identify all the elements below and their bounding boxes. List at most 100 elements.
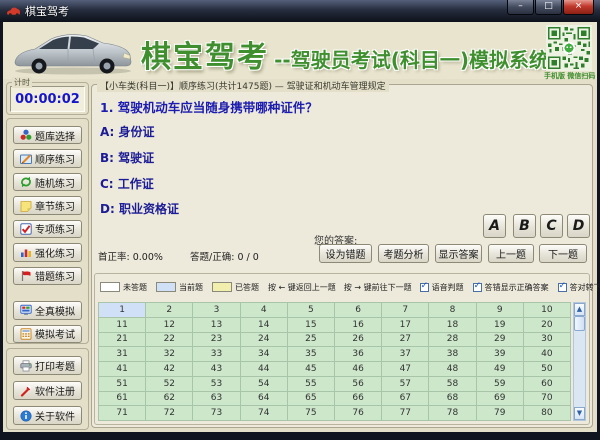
question-number-cell[interactable]: 67 [382, 392, 428, 406]
question-number-cell[interactable]: 19 [477, 318, 523, 332]
question-number-cell[interactable]: 24 [241, 333, 287, 347]
question-number-cell[interactable]: 22 [146, 333, 192, 347]
question-number-cell[interactable]: 65 [288, 392, 334, 406]
answer-d-button[interactable]: D [567, 214, 590, 238]
question-number-cell[interactable]: 3 [193, 303, 239, 317]
minimize-button[interactable]: – [507, 0, 534, 15]
question-number-cell[interactable]: 29 [477, 333, 523, 347]
question-number-cell[interactable]: 49 [477, 362, 523, 376]
question-number-cell[interactable]: 53 [193, 377, 239, 391]
question-number-cell[interactable]: 52 [146, 377, 192, 391]
question-number-cell[interactable]: 56 [335, 377, 381, 391]
question-number-cell[interactable]: 43 [193, 362, 239, 376]
question-number-cell[interactable]: 42 [146, 362, 192, 376]
question-number-cell[interactable]: 34 [241, 347, 287, 361]
question-number-cell[interactable]: 7 [382, 303, 428, 317]
question-number-cell[interactable]: 23 [193, 333, 239, 347]
question-number-cell[interactable]: 55 [288, 377, 334, 391]
question-number-cell[interactable]: 76 [335, 406, 381, 420]
question-number-cell[interactable]: 62 [146, 392, 192, 406]
question-number-cell[interactable]: 60 [524, 377, 570, 391]
question-number-cell[interactable]: 39 [477, 347, 523, 361]
nav-button-mock-exam[interactable]: 模拟考试 [13, 325, 82, 343]
question-number-cell[interactable]: 31 [99, 347, 145, 361]
nav-button-question-bank[interactable]: 题库选择 [13, 126, 82, 144]
answer-b-button[interactable]: B [513, 214, 536, 238]
scroll-up-button[interactable]: ▲ [574, 303, 585, 316]
question-number-cell[interactable]: 58 [429, 377, 475, 391]
nav-button-chapter-practice[interactable]: 章节练习 [13, 196, 82, 214]
nav-button-intensive-practice[interactable]: 强化练习 [13, 243, 82, 261]
question-number-cell[interactable]: 27 [382, 333, 428, 347]
question-number-cell[interactable]: 45 [288, 362, 334, 376]
question-number-cell[interactable]: 59 [477, 377, 523, 391]
question-number-cell[interactable]: 64 [241, 392, 287, 406]
question-number-cell[interactable]: 10 [524, 303, 570, 317]
question-number-cell[interactable]: 73 [193, 406, 239, 420]
question-number-cell[interactable]: 69 [477, 392, 523, 406]
question-number-cell[interactable]: 26 [335, 333, 381, 347]
show-answer-button[interactable]: 显示答案 [435, 244, 482, 263]
next-question-button[interactable]: 下一题 [539, 244, 587, 263]
scroll-down-button[interactable]: ▼ [574, 407, 585, 420]
answer-a-button[interactable]: A [483, 214, 506, 238]
auto-next-on-correct-checkbox[interactable] [558, 283, 567, 292]
question-number-cell[interactable]: 47 [382, 362, 428, 376]
question-number-cell[interactable]: 41 [99, 362, 145, 376]
nav-button-random-practice[interactable]: 随机练习 [13, 173, 82, 191]
question-number-cell[interactable]: 80 [524, 406, 570, 420]
question-number-cell[interactable]: 57 [382, 377, 428, 391]
question-number-cell[interactable]: 71 [99, 406, 145, 420]
question-number-cell[interactable]: 25 [288, 333, 334, 347]
question-number-cell[interactable]: 16 [335, 318, 381, 332]
nav-button-wrong-question-practice[interactable]: 错题练习 [13, 267, 82, 285]
about-software-button[interactable]: 关于软件 [13, 406, 82, 425]
mark-wrong-button[interactable]: 设为错题 [319, 244, 372, 263]
question-number-cell[interactable]: 75 [288, 406, 334, 420]
question-analysis-button[interactable]: 考题分析 [378, 244, 429, 263]
question-number-cell[interactable]: 68 [429, 392, 475, 406]
question-number-cell[interactable]: 54 [241, 377, 287, 391]
question-number-cell[interactable]: 61 [99, 392, 145, 406]
question-number-cell[interactable]: 63 [193, 392, 239, 406]
question-number-cell[interactable]: 40 [524, 347, 570, 361]
software-register-button[interactable]: 软件注册 [13, 381, 82, 400]
question-number-cell[interactable]: 20 [524, 318, 570, 332]
question-number-cell[interactable]: 9 [477, 303, 523, 317]
question-number-cell[interactable]: 15 [288, 318, 334, 332]
question-number-cell[interactable]: 1 [99, 303, 145, 317]
question-number-cell[interactable]: 18 [429, 318, 475, 332]
question-number-cell[interactable]: 46 [335, 362, 381, 376]
question-number-cell[interactable]: 33 [193, 347, 239, 361]
question-number-cell[interactable]: 8 [429, 303, 475, 317]
question-number-cell[interactable]: 78 [429, 406, 475, 420]
show-correct-on-wrong-checkbox[interactable] [473, 283, 482, 292]
question-number-cell[interactable]: 11 [99, 318, 145, 332]
question-number-cell[interactable]: 21 [99, 333, 145, 347]
question-number-cell[interactable]: 32 [146, 347, 192, 361]
nav-button-special-practice[interactable]: 专项练习 [13, 220, 82, 238]
question-number-cell[interactable]: 37 [382, 347, 428, 361]
question-number-cell[interactable]: 36 [335, 347, 381, 361]
nav-button-sequential-practice[interactable]: 顺序练习 [13, 149, 82, 167]
question-number-cell[interactable]: 72 [146, 406, 192, 420]
nav-button-full-simulation[interactable]: 全真模拟 [13, 301, 82, 319]
question-number-cell[interactable]: 48 [429, 362, 475, 376]
question-number-cell[interactable]: 5 [288, 303, 334, 317]
question-number-cell[interactable]: 51 [99, 377, 145, 391]
question-number-cell[interactable]: 74 [241, 406, 287, 420]
question-number-cell[interactable]: 66 [335, 392, 381, 406]
answer-c-button[interactable]: C [540, 214, 563, 238]
question-number-cell[interactable]: 79 [477, 406, 523, 420]
question-number-cell[interactable]: 13 [193, 318, 239, 332]
scrollbar-thumb[interactable] [574, 316, 585, 331]
question-number-cell[interactable]: 2 [146, 303, 192, 317]
voice-judge-checkbox[interactable] [420, 283, 429, 292]
question-number-cell[interactable]: 14 [241, 318, 287, 332]
question-number-cell[interactable]: 4 [241, 303, 287, 317]
question-number-cell[interactable]: 44 [241, 362, 287, 376]
window-titlebar[interactable]: 棋宝驾考 – □ × [0, 0, 600, 22]
question-number-cell[interactable]: 6 [335, 303, 381, 317]
question-number-cell[interactable]: 50 [524, 362, 570, 376]
question-number-cell[interactable]: 17 [382, 318, 428, 332]
